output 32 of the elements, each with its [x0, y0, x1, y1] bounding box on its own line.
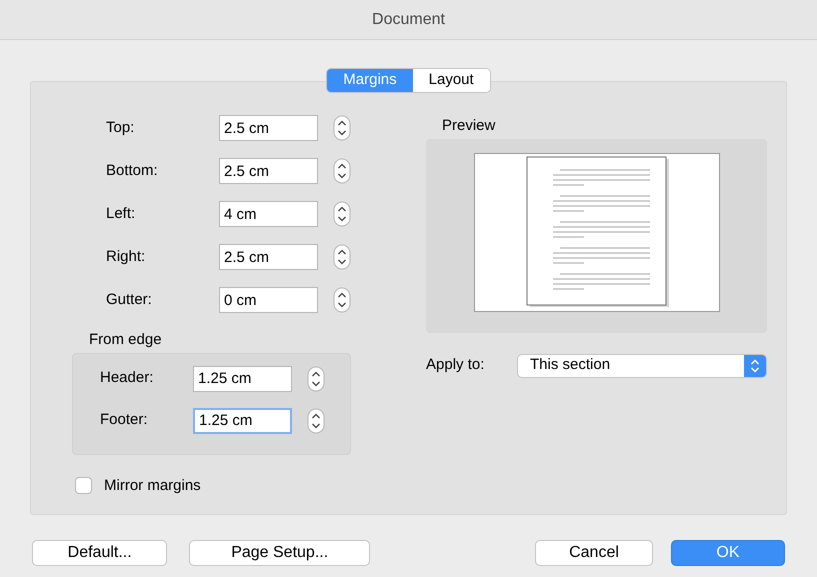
stepper-icon[interactable] — [307, 408, 325, 434]
stepper-icon[interactable] — [333, 201, 351, 227]
input-field[interactable]: 2.5 cm — [219, 158, 318, 184]
window-title: Document — [372, 10, 445, 30]
input-field[interactable]: 2.5 cm — [219, 115, 318, 141]
field-label: Bottom: — [106, 160, 159, 181]
field-label: Header: — [100, 368, 154, 388]
chevron-icon — [744, 354, 766, 376]
checkbox-label: Mirror margins — [104, 476, 201, 496]
stepper-icon[interactable] — [333, 287, 351, 313]
field-label: Top: — [106, 118, 136, 138]
dialog-button[interactable]: Default... — [32, 540, 168, 566]
apply-to-label: Apply to: — [426, 355, 486, 376]
input-field[interactable]: 0 cm — [219, 287, 318, 313]
input-field[interactable]: 4 cm — [219, 201, 318, 227]
input-field[interactable]: 1.25 cm — [193, 366, 292, 392]
group-title: From edge — [89, 330, 163, 350]
stepper-icon[interactable] — [307, 366, 325, 392]
dialog-button[interactable]: Cancel — [535, 540, 653, 566]
preview-title: Preview — [442, 116, 496, 136]
field-label: Footer: — [100, 410, 149, 430]
input-field[interactable]: 2.5 cm — [219, 244, 318, 270]
field-label: Right: — [106, 246, 146, 267]
stepper-icon[interactable] — [333, 115, 351, 141]
field-label: Left: — [106, 204, 136, 224]
apply-to-select[interactable]: This section — [517, 354, 767, 378]
field-label: Gutter: — [106, 290, 153, 310]
input-field[interactable]: 1.25 cm — [193, 408, 292, 434]
dialog-button[interactable]: Page Setup... — [189, 540, 370, 566]
stepper-icon[interactable] — [333, 158, 351, 184]
checkbox[interactable] — [75, 477, 92, 494]
stepper-icon[interactable] — [333, 244, 351, 270]
